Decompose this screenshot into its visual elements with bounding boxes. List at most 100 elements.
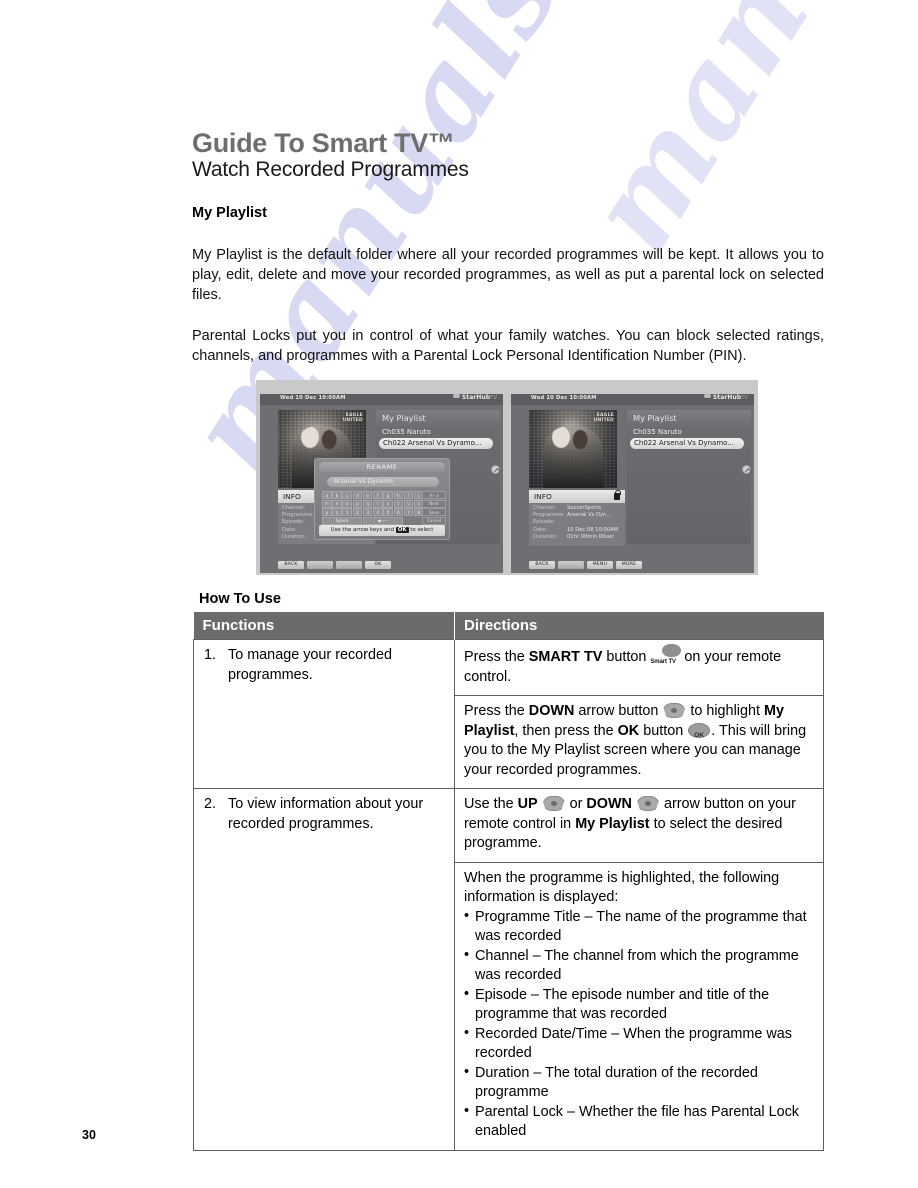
- keyboard-key[interactable]: d: [352, 491, 363, 500]
- playlist-item-1[interactable]: Ch035 Naruto: [633, 428, 682, 436]
- playlist-item-1[interactable]: Ch035 Naruto: [382, 428, 431, 436]
- info-row-value: 01hr 00min 00sec: [567, 533, 615, 540]
- keyboard-key[interactable]: 6: [393, 508, 404, 517]
- info-row: Episode:: [533, 519, 622, 526]
- keyboard-key[interactable]: t: [393, 499, 404, 508]
- keyboard-key[interactable]: 5: [383, 508, 393, 517]
- section-heading: My Playlist: [192, 205, 267, 221]
- tv-button-back[interactable]: BACK: [278, 561, 304, 569]
- rename-text-input[interactable]: Arsenal Vs Dynamo_: [327, 477, 439, 487]
- document-page: Guide To Smart TV™ Watch Recorded Progra…: [0, 0, 918, 1188]
- directions-paragraph: Press the SMART TV button Smart TV on you…: [464, 644, 815, 687]
- ok-button-label: OK: [694, 731, 705, 739]
- starhub-logo-mark: [452, 394, 460, 398]
- info-row: Duration: 01hr 00min 00sec: [533, 534, 622, 541]
- onscreen-keyboard-side-keys[interactable]: A» a Next Save Cancel: [422, 491, 446, 525]
- directions-paragraph: Use the UP or DOWN arrow button on your …: [464, 796, 796, 851]
- page-number: 30: [82, 1128, 96, 1142]
- info-row-label: Date:: [533, 526, 548, 533]
- directions-paragraph: Press the DOWN arrow button to highlight…: [464, 703, 807, 778]
- tv-button-blank[interactable]: [307, 561, 333, 569]
- screenshot-rename-dialog: Wed 10 Dec 10:00AM StarHubTV EAGLE UNITED…: [256, 380, 507, 575]
- info-row-value: Arsenal Vs Dyn...: [567, 512, 612, 519]
- how-to-use-heading: How To Use: [199, 591, 281, 607]
- directions-intro: When the programme is highlighted, the f…: [464, 869, 780, 906]
- how-to-use-table: Functions Directions 1. To manage your re…: [193, 612, 824, 1151]
- keyboard-key[interactable]: 2: [352, 508, 363, 517]
- scroll-up-badge-icon[interactable]: [491, 465, 500, 474]
- keyboard-side-key-1[interactable]: A» a: [422, 491, 446, 500]
- keyboard-key[interactable]: r: [373, 499, 383, 508]
- tv-button-ok[interactable]: OK: [365, 561, 391, 569]
- info-row: Channel: SoccerSports: [533, 505, 622, 512]
- keyboard-key[interactable]: c: [342, 491, 353, 500]
- keyboard-key[interactable]: g: [383, 491, 393, 500]
- function-text: To view information about your recorded …: [228, 796, 424, 832]
- list-item: Channel – The channel from which the pro…: [464, 946, 815, 986]
- keyboard-key[interactable]: m: [322, 499, 332, 508]
- keyboard-key[interactable]: p: [352, 499, 363, 508]
- keyboard-key[interactable]: f: [373, 491, 383, 500]
- keyboard-key[interactable]: 3: [362, 508, 373, 517]
- keyboard-key[interactable]: o: [342, 499, 353, 508]
- playlist-item-2-selected[interactable]: Ch022 Arsenal Vs Dyramo...: [379, 438, 493, 449]
- directions-bullet-list: Programme Title – The name of the progra…: [464, 907, 815, 1142]
- list-item: Recorded Date/Time – When the programme …: [464, 1024, 815, 1064]
- keyboard-key[interactable]: 7: [403, 508, 414, 517]
- keyboard-key[interactable]: q: [362, 499, 373, 508]
- keyboard-key[interactable]: s: [383, 499, 393, 508]
- starhub-logo-mark: [703, 394, 711, 398]
- rename-dialog: RENAME Arsenal Vs Dynamo_ abcdefghijklmn…: [314, 458, 450, 540]
- keyboard-key[interactable]: a: [322, 491, 332, 500]
- tv-button-menu[interactable]: MENU: [587, 561, 613, 569]
- function-cell: 2. To view information about your recorde…: [193, 788, 455, 1151]
- tv-button-bar[interactable]: BACK OK: [278, 561, 391, 569]
- keyboard-side-key-4[interactable]: Cancel: [422, 516, 446, 525]
- keyboard-key[interactable]: i: [403, 491, 414, 500]
- starhub-logo: StarHubTV: [452, 394, 497, 401]
- intro-paragraph-2: Parental Locks put you in control of wha…: [192, 328, 824, 364]
- directions-cell: Press the DOWN arrow button to highlight…: [454, 695, 824, 789]
- playlist-item-2-selected[interactable]: Ch022 Arsenal Vs Dynamo...: [630, 438, 744, 449]
- thumbnail-team-logo: EAGLE UNITED: [593, 413, 614, 423]
- tv-button-back[interactable]: BACK: [529, 561, 555, 569]
- info-row: Date: 10 Dec 08 10:00AM: [533, 527, 622, 534]
- keyboard-key[interactable]: n: [332, 499, 342, 508]
- keyboard-key-space[interactable]: Space: [322, 516, 363, 525]
- smart-tv-button-label: Smart TV: [650, 659, 676, 665]
- list-item: Episode – The episode number and title o…: [464, 985, 815, 1025]
- keyboard-key[interactable]: h: [393, 491, 404, 500]
- starhub-logo: StarHubTV: [703, 394, 748, 401]
- keyboard-key[interactable]: 4: [373, 508, 383, 517]
- info-row-label: Programme:: [533, 512, 565, 519]
- keyboard-backspace-key[interactable]: ◀——: [362, 516, 404, 525]
- screenshot-figure-group: Wed 10 Dec 10:00AM StarHubTV EAGLE UNITED…: [256, 380, 758, 575]
- info-row-value: SoccerSports: [567, 505, 602, 511]
- programme-thumbnail: EAGLE UNITED: [529, 410, 617, 488]
- emphasis-text: OK: [617, 722, 640, 739]
- tv-button-blank[interactable]: [558, 561, 584, 569]
- function-number: 1.: [204, 647, 217, 663]
- table-row: 1. To manage your recorded programmes. Pre…: [193, 639, 824, 789]
- tv-button-more[interactable]: MORE: [616, 561, 642, 569]
- info-panel: INFO Channel: SoccerSports Programme: Arsen…: [529, 490, 625, 546]
- keyboard-key[interactable]: u: [403, 499, 414, 508]
- keyboard-side-key-2[interactable]: Next: [422, 499, 446, 508]
- tv-button-bar[interactable]: BACK MENU MORE: [529, 561, 642, 569]
- keyboard-side-key-3[interactable]: Save: [422, 508, 446, 517]
- column-header-directions: Directions: [454, 612, 824, 640]
- smart-tv-button-icon: Smart TV: [650, 644, 684, 665]
- directions-cell: Press the SMART TV button Smart TV on you…: [454, 639, 824, 696]
- playlist-panel-title: My Playlist: [382, 413, 426, 423]
- keyboard-key[interactable]: z: [332, 508, 342, 517]
- tv-button-blank-2[interactable]: [336, 561, 362, 569]
- scroll-up-badge-icon[interactable]: [742, 465, 751, 474]
- page-subtitle: Watch Recorded Programmes: [192, 158, 469, 181]
- keyboard-key[interactable]: b: [332, 491, 342, 500]
- keyboard-key[interactable]: 1: [342, 508, 353, 517]
- keyboard-key[interactable]: y: [322, 508, 332, 517]
- column-header-functions: Functions: [193, 612, 455, 640]
- tv-clock: Wed 10 Dec 10:00AM: [280, 395, 346, 401]
- keyboard-key[interactable]: e: [362, 491, 373, 500]
- table-row: 2. To view information about your recorde…: [193, 788, 824, 1151]
